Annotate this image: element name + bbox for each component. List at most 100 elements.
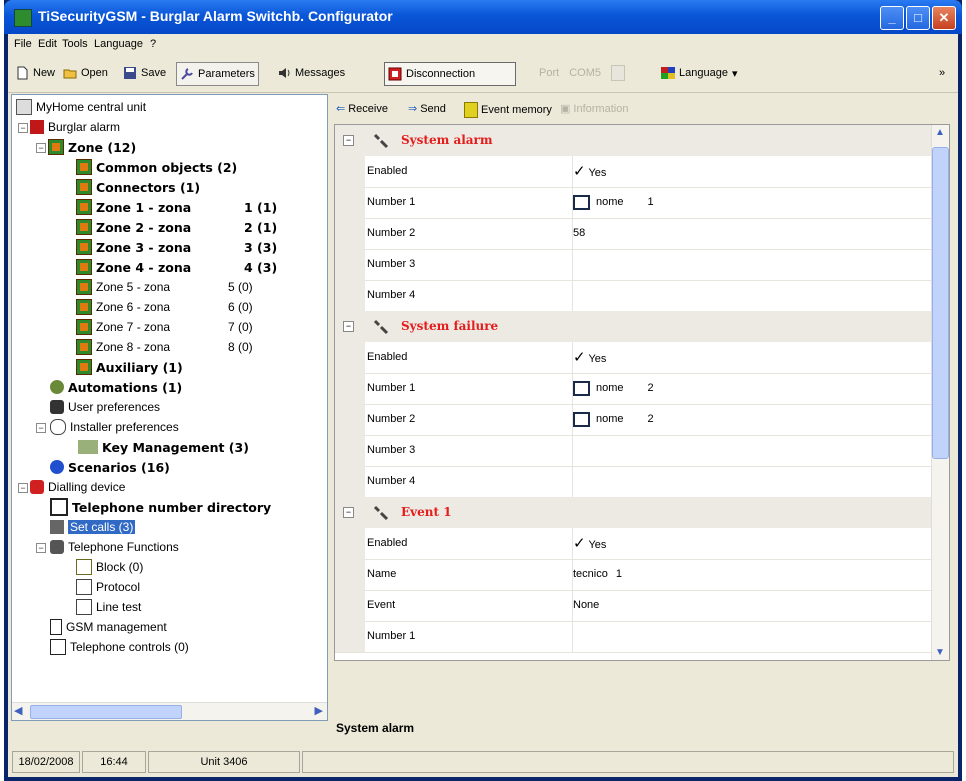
grid-category[interactable]: − System alarm (335, 125, 931, 156)
tree-item-block[interactable]: Block (0) (76, 557, 143, 577)
tree-item-user-preferences[interactable]: User preferences (50, 397, 160, 417)
open-button[interactable]: Open (60, 62, 111, 84)
grid-category[interactable]: − Event 1 (335, 497, 931, 528)
property-value[interactable]: nome 1 (573, 187, 654, 218)
horizontal-scrollbar[interactable]: ◀ ▶ (12, 702, 327, 720)
zone-icon (76, 219, 92, 235)
collapse-icon[interactable]: − (18, 123, 28, 133)
property-name: Event (367, 590, 573, 621)
tree-item-automations[interactable]: Automations (1) (50, 377, 182, 397)
vertical-scrollbar[interactable]: ▲ ▼ (931, 125, 949, 660)
messages-button[interactable]: Messages (274, 62, 348, 84)
grid-row[interactable]: Enabled ✓ Yes (335, 342, 931, 374)
send-button[interactable]: ⇒ Send (408, 102, 446, 116)
tree-item-telephone-controls[interactable]: Telephone controls (0) (50, 637, 189, 657)
property-value[interactable]: nome 2 (573, 404, 654, 435)
tree-item-gsm[interactable]: GSM management (50, 617, 167, 637)
collapse-icon[interactable]: − (36, 143, 46, 153)
collapse-icon[interactable]: − (18, 483, 28, 493)
tree-item-zone-child[interactable]: Zone 4 - zona 4 (3) (76, 257, 316, 277)
tree-item-telephone-directory[interactable]: Telephone number directory (50, 497, 271, 517)
menu-language[interactable]: Language (94, 38, 143, 50)
property-value[interactable]: None (573, 590, 599, 621)
scroll-down-icon[interactable]: ▼ (935, 647, 945, 658)
collapse-icon[interactable]: − (343, 507, 354, 518)
menu-edit[interactable]: Edit (38, 38, 57, 50)
tree-item-zone-child[interactable]: Auxiliary (1) (76, 357, 183, 377)
tree-item-dialling-device[interactable]: Dialling device (30, 477, 125, 497)
tree-item-key-management[interactable]: Key Management (3) (78, 437, 249, 457)
grid-row[interactable]: Number 3 (335, 249, 931, 281)
property-value[interactable]: ✓ Yes (573, 528, 606, 559)
title-bar[interactable]: TiSecurityGSM - Burglar Alarm Switchb. C… (4, 0, 962, 34)
line-test-icon (76, 599, 92, 615)
save-button[interactable]: Save (120, 62, 169, 84)
property-value[interactable]: ✓ Yes (573, 156, 606, 187)
tree-item-set-calls[interactable]: Set calls (3) (50, 517, 136, 537)
scroll-thumb[interactable] (30, 705, 182, 719)
scroll-thumb[interactable] (932, 147, 949, 459)
directory-entry-icon (573, 194, 590, 210)
grid-row[interactable]: Event None (335, 590, 931, 622)
maximize-button[interactable]: □ (906, 6, 930, 30)
close-button[interactable]: ✕ (932, 6, 956, 30)
information-button[interactable]: ▣ Information (560, 102, 628, 116)
tree-item-zone-child[interactable]: Zone 3 - zona 3 (3) (76, 237, 316, 257)
tree-item-zone[interactable]: Zone (12) (48, 137, 136, 157)
tree-item-line-test[interactable]: Line test (76, 597, 141, 617)
grid-category[interactable]: − System failure (335, 311, 931, 342)
minimize-button[interactable]: _ (880, 6, 904, 30)
collapse-icon[interactable]: − (36, 423, 46, 433)
grid-row[interactable]: Number 1 nome 1 (335, 187, 931, 219)
property-value[interactable]: tecnico 1 (573, 559, 622, 590)
tree-item-zone-child[interactable]: Zone 1 - zona 1 (1) (76, 197, 316, 217)
parameters-button[interactable]: Parameters (176, 62, 259, 86)
collapse-icon[interactable]: − (36, 543, 46, 553)
tree-item-telephone-functions[interactable]: Telephone Functions (50, 537, 179, 557)
grid-row[interactable]: Number 1 nome 2 (335, 373, 931, 405)
property-value[interactable]: 58 (573, 218, 585, 249)
menu-file[interactable]: File (14, 38, 32, 50)
zone-icon (76, 179, 92, 195)
tree-label: Telephone controls (0) (70, 640, 189, 654)
property-value[interactable]: nome 2 (573, 373, 654, 404)
tree-item-zone-child[interactable]: Connectors (1) (76, 177, 200, 197)
grid-row[interactable]: Number 1 (335, 621, 931, 653)
menu-tools[interactable]: Tools (62, 38, 88, 50)
collapse-icon[interactable]: − (343, 135, 354, 146)
folder-open-icon (63, 69, 77, 79)
grid-row[interactable]: Number 2 58 (335, 218, 931, 250)
scroll-right-icon[interactable]: ▶ (315, 704, 323, 717)
tree-item-installer-preferences[interactable]: Installer preferences (50, 417, 179, 437)
tree-label: Connectors (1) (96, 179, 201, 195)
grid-row[interactable]: Enabled ✓ Yes (335, 156, 931, 188)
grid-row[interactable]: Number 2 nome 2 (335, 404, 931, 436)
grid-row[interactable]: Number 3 (335, 435, 931, 467)
property-value[interactable]: ✓ Yes (573, 342, 606, 373)
grid-row[interactable]: Number 4 (335, 466, 931, 498)
tree-item-root[interactable]: MyHome central unit (16, 97, 146, 117)
tree-item-burglar-alarm[interactable]: Burglar alarm (30, 117, 120, 137)
tree-item-zone-child[interactable]: Zone 5 - zona 5 (0) (76, 277, 316, 297)
grid-row[interactable]: Enabled ✓ Yes (335, 528, 931, 560)
disconnection-button[interactable]: Disconnection (384, 62, 516, 86)
menu-help[interactable]: ? (150, 38, 156, 50)
tree-item-zone-child[interactable]: Zone 6 - zona 6 (0) (76, 297, 316, 317)
tree-item-zone-child[interactable]: Zone 2 - zona 2 (1) (76, 217, 316, 237)
grid-row[interactable]: Name tecnico 1 (335, 559, 931, 591)
scroll-up-icon[interactable]: ▲ (935, 127, 945, 138)
tree-item-protocol[interactable]: Protocol (76, 577, 140, 597)
tree-item-zone-child[interactable]: Common objects (2) (76, 157, 237, 177)
port-control[interactable]: Port COM5 (536, 62, 628, 84)
tree-item-scenarios[interactable]: Scenarios (16) (50, 457, 170, 477)
language-button[interactable]: Language ▾ (658, 62, 740, 84)
event-memory-button[interactable]: Event memory (464, 102, 552, 118)
receive-button[interactable]: ⇐ Receive (336, 102, 388, 116)
grid-row[interactable]: Number 4 (335, 280, 931, 312)
tree-item-zone-child[interactable]: Zone 7 - zona 7 (0) (76, 317, 316, 337)
new-button[interactable]: New (12, 62, 58, 84)
toolbar-overflow-button[interactable]: » (936, 62, 948, 84)
collapse-icon[interactable]: − (343, 321, 354, 332)
tree-item-zone-child[interactable]: Zone 8 - zona 8 (0) (76, 337, 316, 357)
scroll-left-icon[interactable]: ◀ (14, 704, 22, 717)
